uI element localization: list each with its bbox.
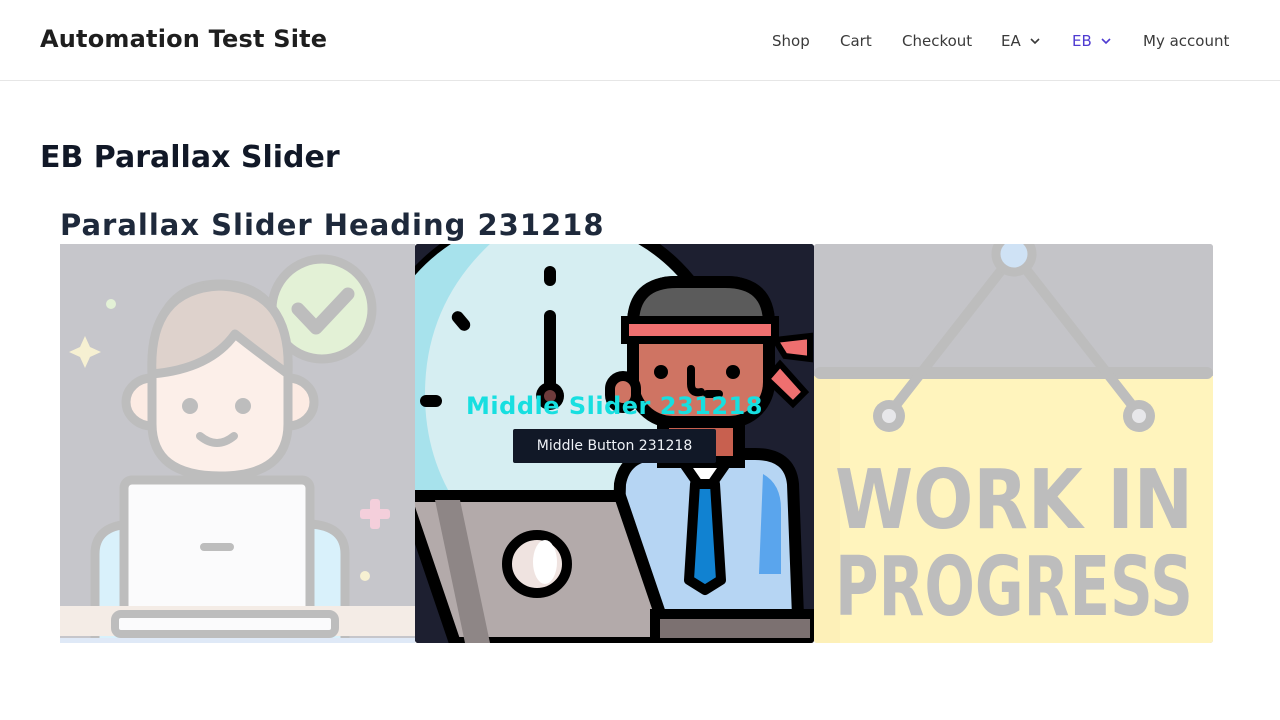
- nav-item-ea-label: EA: [1001, 32, 1021, 50]
- nav-item-eb-label: EB: [1072, 32, 1092, 50]
- site-header: Automation Test Site Shop Cart Checkout …: [0, 0, 1280, 81]
- slide-middle[interactable]: Middle Slider 231218 Middle Button 23121…: [415, 244, 814, 643]
- work-in-progress-sign-illustration: WORK IN PROGRESS: [814, 244, 1213, 643]
- chevron-down-icon[interactable]: [1100, 35, 1112, 47]
- nav-item-shop[interactable]: Shop: [772, 30, 810, 52]
- nav-item-cart[interactable]: Cart: [840, 30, 872, 52]
- person-laptop-illustration: [60, 244, 415, 643]
- middle-slide-caption: Middle Slider 231218: [466, 392, 763, 420]
- work-in-text: WORK IN: [835, 453, 1193, 548]
- progress-text: PROGRESS: [835, 540, 1193, 635]
- nav-item-eb[interactable]: EB: [1072, 30, 1112, 52]
- nav-item-ea[interactable]: EA: [1001, 30, 1041, 52]
- slider-heading: Parallax Slider Heading 231218: [60, 208, 605, 242]
- slide-left[interactable]: [60, 244, 415, 643]
- chevron-down-icon[interactable]: [1029, 35, 1041, 47]
- parallax-slider[interactable]: Middle Slider 231218 Middle Button 23121…: [60, 244, 1213, 643]
- nav-item-my-account[interactable]: My account: [1143, 30, 1229, 52]
- page-title: EB Parallax Slider: [40, 140, 340, 175]
- slide-right[interactable]: WORK IN PROGRESS: [814, 244, 1213, 643]
- nav-item-checkout[interactable]: Checkout: [902, 30, 972, 52]
- middle-slide-button[interactable]: Middle Button 231218: [513, 429, 716, 463]
- primary-nav: Shop Cart Checkout EA EB My account: [0, 30, 1280, 54]
